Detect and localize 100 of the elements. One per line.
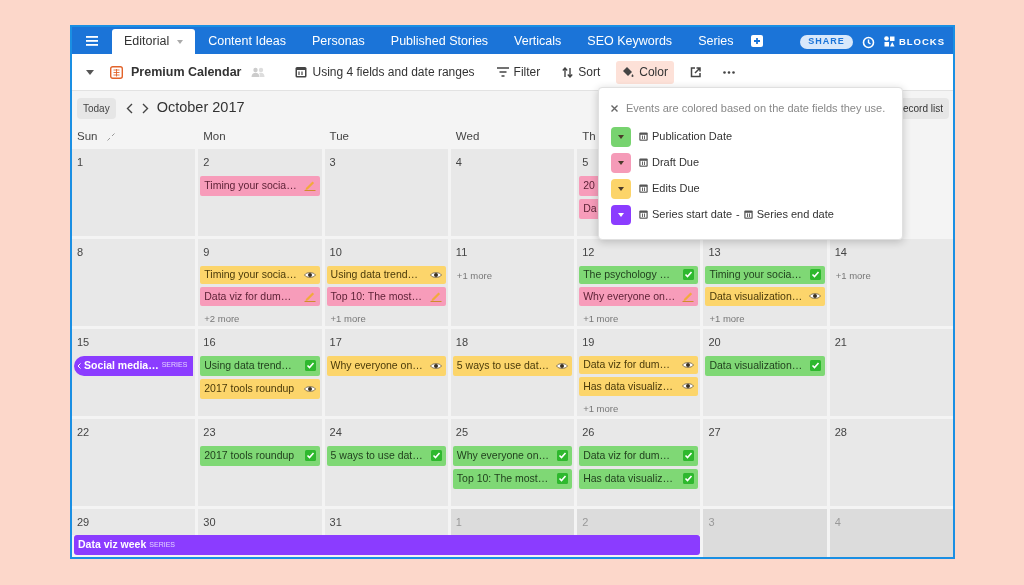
day-cell[interactable]: 29	[72, 509, 196, 535]
date-number: 14	[833, 245, 848, 260]
calendar-icon	[743, 210, 753, 219]
event-chip[interactable]: Why everyone on…	[452, 445, 573, 466]
day-cell[interactable]: 12 The psychology … Why everyone on… +1 more	[577, 239, 701, 326]
tab[interactable]: Series	[685, 29, 747, 54]
day-cell[interactable]: 17 Why everyone on…	[324, 329, 448, 416]
day-cell[interactable]: 11 +1 more	[450, 239, 575, 326]
color-swatch[interactable]	[611, 204, 631, 225]
day-cell[interactable]: 1	[72, 149, 196, 236]
day-cell[interactable]: 4	[450, 149, 575, 236]
event-chip[interactable]: Why everyone on…	[326, 355, 446, 376]
checkbox-icon	[557, 450, 569, 461]
date-number: 9	[202, 245, 211, 260]
event-chip[interactable]: Data visualization…	[705, 287, 825, 306]
event-chip[interactable]: 2017 tools roundup	[200, 445, 320, 466]
day-cell[interactable]: 23 2017 tools roundup	[198, 419, 322, 506]
field-label: Publication Date	[652, 129, 733, 145]
day-cell[interactable]: 22	[72, 419, 196, 506]
day-cell[interactable]: 8	[72, 239, 196, 326]
day-cell[interactable]: 30	[198, 509, 322, 535]
more-link[interactable]: +1 more	[829, 265, 953, 283]
menu-icon[interactable]	[86, 36, 98, 46]
checkbox-icon	[809, 360, 821, 371]
more-link[interactable]: +1 more	[577, 308, 701, 326]
day-cell[interactable]: 2 Timing your socia…	[198, 149, 322, 236]
toolbar-button[interactable]: Filter	[490, 60, 547, 84]
event-chip[interactable]: Timing your socia…	[200, 175, 320, 196]
eye-icon	[808, 292, 821, 301]
close-icon[interactable]	[611, 104, 618, 112]
weekday-label: Mon	[203, 129, 226, 145]
popup-description: Events are colored based on the date fields they use.	[626, 101, 886, 116]
day-cell[interactable]: 20 Data visualization…	[703, 329, 827, 416]
event-chip[interactable]: Using data trend…	[326, 265, 446, 285]
event-chip[interactable]: Data viz for dum…	[579, 355, 699, 375]
view-name[interactable]: Premium Calendar	[131, 62, 242, 82]
tab[interactable]: SEO Keywords	[574, 29, 686, 54]
day-cell[interactable]: 31	[324, 509, 448, 535]
tab[interactable]: Editorial	[112, 29, 196, 54]
event-chip[interactable]: 5 ways to use dat…	[452, 355, 573, 376]
blocks-button[interactable]: BLOCKS	[883, 34, 945, 49]
checkbox-icon	[430, 450, 442, 461]
day-cell[interactable]: 13 Timing your socia… Data visualization… +1 more	[703, 239, 827, 326]
collapse-caret-icon[interactable]	[86, 69, 94, 75]
day-cell[interactable]: 14 +1 more	[829, 239, 953, 326]
chevron-left-icon[interactable]	[125, 102, 133, 114]
event-chip[interactable]: Data viz for dum…	[579, 445, 699, 466]
chevron-right-icon[interactable]	[141, 102, 149, 114]
tab[interactable]: Verticals	[501, 29, 575, 54]
day-cell[interactable]: 28	[829, 419, 953, 506]
date-number: 2	[581, 515, 590, 530]
more-link[interactable]: +1 more	[324, 308, 448, 326]
toolbar-button[interactable]: Using 4 fields and date ranges	[289, 60, 481, 84]
tab[interactable]: Content Ideas	[195, 29, 299, 54]
toolbar-button[interactable]: Color	[616, 60, 674, 84]
blocks-icon	[883, 36, 895, 48]
external-link-icon[interactable]	[689, 66, 701, 78]
more-link[interactable]: +1 more	[450, 265, 575, 283]
day-cell[interactable]: 18 5 ways to use dat…	[450, 329, 575, 416]
event-chip[interactable]: 5 ways to use dat…	[326, 445, 446, 466]
tab[interactable]: Published Stories	[377, 29, 502, 54]
day-cell[interactable]: 10 Using data trend… Top 10: The most… +1 more	[324, 239, 448, 326]
event-chip[interactable]: Has data visualiz…	[579, 468, 699, 489]
tab[interactable]: Personas	[299, 29, 378, 54]
day-cell[interactable]: 27	[703, 419, 827, 506]
today-button[interactable]: Today	[77, 97, 116, 119]
more-link[interactable]: +1 more	[577, 398, 701, 416]
more-icon[interactable]	[722, 70, 735, 74]
day-cell[interactable]: 26 Data viz for dum… Has data visualiz…	[577, 419, 701, 506]
day-cell[interactable]: 16 Using data trend… 2017 tools roundup	[198, 329, 322, 416]
more-link[interactable]: +1 more	[703, 308, 827, 326]
day-cell[interactable]: 19 Data viz for dum… Has data visualiz… +1 more	[577, 329, 701, 416]
color-swatch[interactable]	[611, 152, 631, 173]
event-chip[interactable]: Data viz for dum…	[200, 287, 320, 306]
event-chip[interactable]: Top 10: The most…	[326, 287, 446, 306]
add-tab-icon[interactable]	[750, 35, 763, 47]
day-cell[interactable]: 24 5 ways to use dat…	[324, 419, 448, 506]
history-icon[interactable]	[861, 36, 875, 49]
event-chip[interactable]: Using data trend…	[200, 355, 320, 376]
field-label: Draft Due	[652, 155, 700, 171]
event-chip[interactable]: 2017 tools roundup	[200, 378, 320, 399]
day-cell[interactable]: 21	[829, 329, 953, 416]
share-button[interactable]: SHARE	[800, 35, 853, 49]
event-chip[interactable]: Why everyone on…	[579, 287, 699, 306]
day-cell[interactable]: 3	[324, 149, 448, 236]
date-number: 11	[454, 245, 469, 260]
toolbar-button[interactable]: Sort	[556, 60, 607, 84]
date-number: 1	[76, 155, 85, 170]
event-chip[interactable]: Top 10: The most…	[452, 468, 573, 489]
day-cell[interactable]: 25 Why everyone on… Top 10: The most…	[450, 419, 575, 506]
event-chip[interactable]: Timing your socia…	[200, 265, 320, 285]
color-swatch[interactable]	[611, 126, 631, 147]
day-cell[interactable]: 9 Timing your socia… Data viz for dum… +2 more	[198, 239, 322, 326]
more-link[interactable]: +2 more	[198, 308, 322, 326]
color-swatch[interactable]	[611, 178, 631, 199]
event-chip[interactable]: The psychology …	[579, 265, 699, 285]
event-chip[interactable]: Timing your socia…	[705, 265, 825, 285]
event-chip[interactable]: Data visualization…	[705, 355, 825, 376]
event-chip[interactable]: Has data visualiz…	[579, 377, 699, 396]
date-number: 20	[707, 335, 722, 350]
